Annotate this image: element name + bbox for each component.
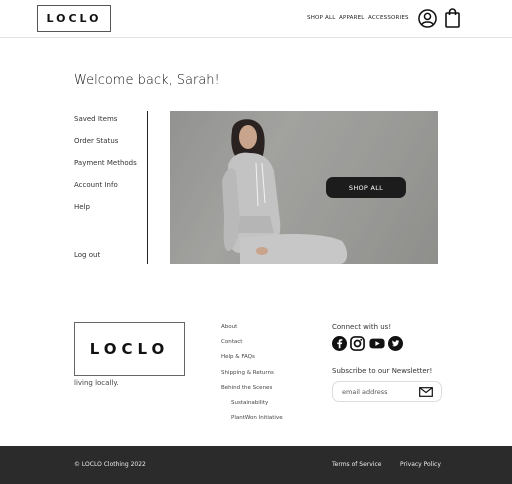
footer-sublink-sustainability[interactable]: Sustainability <box>231 400 268 406</box>
instagram-icon[interactable] <box>350 336 365 351</box>
nav-apparel[interactable]: APPAREL <box>339 15 365 21</box>
account-circle-icon[interactable] <box>418 9 437 28</box>
logout-link[interactable]: Log out <box>74 251 100 259</box>
copyright-text: © LOCLO Clothing 2022 <box>74 461 146 468</box>
privacy-policy-link[interactable]: Privacy Policy <box>400 461 441 468</box>
sidebar-item-order-status[interactable]: Order Status <box>74 137 118 145</box>
youtube-icon[interactable] <box>369 336 385 351</box>
hero-banner: SHOP ALL <box>170 111 438 264</box>
footer-link-behind-the-scenes[interactable]: Behind the Scenes <box>221 385 272 391</box>
footer-logo-text: LOCLO <box>89 340 170 358</box>
welcome-heading: Welcome back, Sarah! <box>74 73 220 88</box>
twitter-icon[interactable] <box>388 336 403 351</box>
sidebar-item-saved-items[interactable]: Saved Items <box>74 115 117 123</box>
mail-send-icon[interactable] <box>419 387 433 397</box>
newsletter-heading: Subscribe to our Newsletter! <box>332 367 433 375</box>
header-logo[interactable]: LOCLO <box>37 5 111 32</box>
sidebar-item-account-info[interactable]: Account Info <box>74 181 118 189</box>
connect-heading: Connect with us! <box>332 323 392 331</box>
newsletter-email-field[interactable]: email address <box>332 381 442 402</box>
nav-shop-all[interactable]: SHOP ALL <box>307 15 336 21</box>
footer-sublink-plantwon[interactable]: PlantWon Initiative <box>231 415 283 421</box>
header-logo-text: LOCLO <box>46 12 102 25</box>
footer-tagline: living locally. <box>74 379 119 387</box>
sidebar-divider <box>147 111 148 264</box>
nav-accessories[interactable]: ACCESSORIES <box>368 15 409 21</box>
sidebar-item-help[interactable]: Help <box>74 203 90 211</box>
shopping-bag-icon[interactable] <box>445 8 460 28</box>
sidebar-item-payment-methods[interactable]: Payment Methods <box>74 159 137 167</box>
footer-bottom-bar: © LOCLO Clothing 2022 Terms of Service P… <box>0 446 512 484</box>
shop-all-button[interactable]: SHOP ALL <box>326 177 406 198</box>
terms-of-service-link[interactable]: Terms of Service <box>332 461 381 468</box>
footer-link-contact[interactable]: Contact <box>221 339 242 345</box>
footer-link-about[interactable]: About <box>221 324 237 330</box>
footer-link-shipping-returns[interactable]: Shipping & Returns <box>221 370 274 376</box>
facebook-icon[interactable] <box>332 336 347 351</box>
email-placeholder: email address <box>342 388 388 396</box>
site-header: LOCLO SHOP ALL APPAREL ACCESSORIES <box>0 0 512 38</box>
footer-link-help-faqs[interactable]: Help & FAQs <box>221 354 255 360</box>
footer-logo[interactable]: LOCLO <box>74 322 185 376</box>
